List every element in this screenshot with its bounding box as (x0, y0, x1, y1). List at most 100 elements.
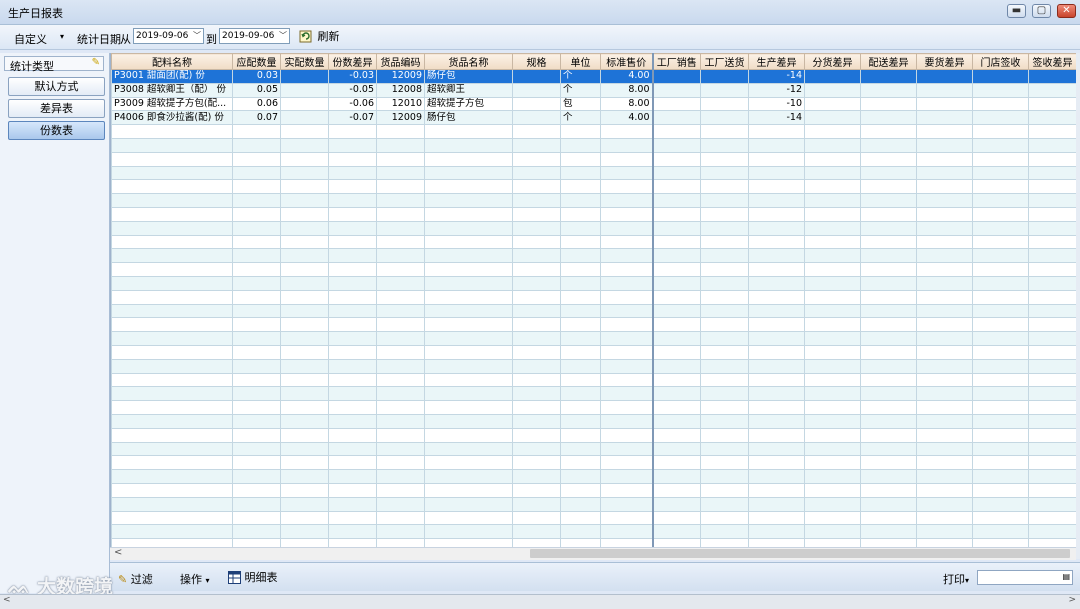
table-cell[interactable] (376, 165, 425, 181)
table-cell[interactable] (972, 482, 1029, 498)
empty-row[interactable] (111, 455, 1077, 471)
table-cell[interactable] (328, 331, 377, 346)
table-cell[interactable] (748, 151, 805, 167)
table-cell[interactable] (651, 358, 701, 374)
table-cell[interactable] (111, 206, 233, 222)
table-cell[interactable]: 4.00 (600, 110, 653, 126)
table-cell[interactable] (700, 124, 749, 139)
table-cell[interactable] (512, 441, 561, 457)
table-cell[interactable] (1028, 165, 1077, 181)
table-cell[interactable] (560, 496, 601, 512)
table-cell[interactable]: -14 (748, 110, 805, 126)
table-cell[interactable] (512, 358, 561, 374)
table-cell[interactable] (376, 510, 425, 526)
table-cell[interactable] (560, 455, 601, 471)
table-cell[interactable] (512, 124, 561, 139)
sidebar-item-default[interactable]: 默认方式 (8, 77, 105, 96)
table-cell[interactable] (111, 137, 233, 153)
table-cell[interactable] (328, 344, 377, 360)
table-cell[interactable] (748, 427, 805, 443)
table-cell[interactable] (280, 303, 329, 319)
table-cell[interactable] (600, 234, 653, 250)
table-cell[interactable]: 12009 (376, 69, 425, 84)
table-cell[interactable] (512, 179, 561, 195)
table-cell[interactable] (972, 275, 1029, 291)
table-cell[interactable] (748, 179, 805, 195)
table-cell[interactable] (700, 413, 749, 429)
table-cell[interactable] (376, 206, 425, 222)
table-cell[interactable] (860, 482, 917, 498)
table-cell[interactable] (1028, 220, 1077, 236)
table-cell[interactable] (748, 220, 805, 236)
table-cell[interactable] (651, 289, 701, 305)
table-cell[interactable] (600, 289, 653, 305)
table-cell[interactable] (328, 193, 377, 208)
table-cell[interactable] (232, 524, 281, 540)
table-cell[interactable] (424, 496, 513, 512)
custom-menu[interactable]: 自定义 (14, 31, 47, 47)
column-header[interactable]: 标准售价 (600, 53, 653, 70)
table-cell[interactable] (424, 524, 513, 540)
table-cell[interactable] (600, 358, 653, 374)
table-cell[interactable] (280, 344, 329, 360)
table-cell[interactable] (232, 455, 281, 471)
table-cell[interactable] (560, 372, 601, 388)
table-cell[interactable]: -10 (748, 96, 805, 112)
table-cell[interactable] (111, 179, 233, 195)
table-cell[interactable] (1028, 234, 1077, 250)
table-cell[interactable]: 0.03 (232, 69, 281, 84)
table-cell[interactable] (860, 358, 917, 374)
empty-row[interactable] (111, 496, 1077, 512)
table-cell[interactable] (748, 206, 805, 222)
table-cell[interactable] (111, 496, 233, 512)
table-cell[interactable] (651, 193, 701, 208)
table-cell[interactable] (280, 441, 329, 457)
table-cell[interactable] (424, 400, 513, 415)
table-cell[interactable] (748, 124, 805, 139)
table-cell[interactable] (972, 220, 1029, 236)
column-header[interactable]: 要货差异 (916, 53, 973, 70)
table-cell[interactable] (748, 262, 805, 277)
table-cell[interactable] (600, 220, 653, 236)
table-cell[interactable] (424, 248, 513, 264)
table-cell[interactable] (916, 96, 973, 112)
table-cell[interactable] (804, 331, 861, 346)
table-cell[interactable] (916, 289, 973, 305)
table-cell[interactable] (748, 441, 805, 457)
table-cell[interactable] (232, 427, 281, 443)
table-cell[interactable] (111, 386, 233, 402)
table-cell[interactable] (280, 427, 329, 443)
table-cell[interactable]: -0.07 (328, 110, 377, 126)
table-cell[interactable] (804, 482, 861, 498)
table-cell[interactable] (424, 372, 513, 388)
table-cell[interactable] (860, 510, 917, 526)
table-cell[interactable] (972, 137, 1029, 153)
empty-row[interactable] (111, 289, 1077, 305)
table-cell[interactable] (232, 510, 281, 526)
table-cell[interactable] (424, 303, 513, 319)
detail-button[interactable]: 明细表 (228, 569, 278, 585)
table-cell[interactable] (1028, 124, 1077, 139)
table-cell[interactable] (748, 455, 805, 471)
table-cell[interactable] (376, 441, 425, 457)
table-cell[interactable] (111, 275, 233, 291)
table-cell[interactable] (512, 317, 561, 333)
table-cell[interactable] (804, 413, 861, 429)
table-cell[interactable] (804, 303, 861, 319)
table-cell[interactable] (512, 165, 561, 181)
column-header[interactable]: 实配数量 (280, 53, 329, 70)
table-cell[interactable] (972, 400, 1029, 415)
table-cell[interactable] (376, 193, 425, 208)
table-cell[interactable]: P4006 即食沙拉酱(配) 份 (111, 110, 233, 126)
table-cell[interactable] (600, 538, 653, 547)
table-cell[interactable] (860, 441, 917, 457)
table-cell[interactable] (916, 400, 973, 415)
table-cell[interactable] (280, 496, 329, 512)
table-cell[interactable] (424, 262, 513, 277)
table-cell[interactable] (972, 96, 1029, 112)
table-cell[interactable] (860, 317, 917, 333)
table-cell[interactable] (376, 275, 425, 291)
table-cell[interactable] (232, 124, 281, 139)
table-cell[interactable] (232, 275, 281, 291)
table-cell[interactable] (700, 193, 749, 208)
